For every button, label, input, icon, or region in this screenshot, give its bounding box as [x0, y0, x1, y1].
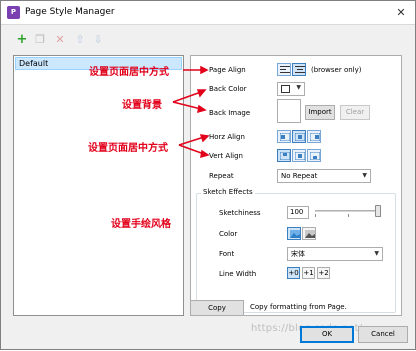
- back-image-preview[interactable]: [277, 99, 301, 123]
- page-align-center-button[interactable]: [292, 63, 306, 76]
- horz-right-icon: [310, 133, 320, 141]
- back-color-picker[interactable]: ▼: [277, 82, 305, 96]
- title-bar: P Page Style Manager ✕: [1, 1, 415, 25]
- arrow-up-icon[interactable]: ⇧: [73, 33, 87, 47]
- chevron-down-icon: ▼: [296, 84, 301, 91]
- copy-icon[interactable]: ❐: [33, 33, 47, 47]
- add-icon[interactable]: +: [15, 33, 29, 47]
- style-list[interactable]: Default: [13, 55, 184, 316]
- copy-button[interactable]: Copy: [190, 300, 244, 316]
- close-button[interactable]: ✕: [393, 5, 409, 20]
- sketch-effects-title: Sketch Effects: [201, 188, 255, 196]
- slider-tick: [348, 214, 349, 217]
- line-width-plus2-button[interactable]: +2: [317, 267, 330, 279]
- app-icon: P: [7, 6, 20, 19]
- properties-panel: Page Align (browser only) Back Color ▼ B…: [190, 55, 402, 316]
- color-image-icon: [290, 230, 300, 238]
- color-mode-grayscale-button[interactable]: [302, 227, 316, 240]
- page-style-manager-dialog: P Page Style Manager ✕ + ❐ ✕ ⇧ ⇩ Default…: [0, 0, 416, 350]
- horz-align-label: Horz Align: [209, 133, 245, 141]
- font-select[interactable]: 宋体 ▼: [287, 247, 383, 261]
- color-mode-color-button[interactable]: [287, 227, 301, 240]
- align-center-icon: [295, 66, 305, 73]
- vert-align-top-button[interactable]: [277, 149, 291, 162]
- sketchiness-input[interactable]: 100: [287, 206, 309, 219]
- font-value: 宋体: [291, 250, 305, 258]
- repeat-label: Repeat: [209, 172, 234, 180]
- line-width-label: Line Width: [219, 270, 257, 278]
- line-width-plus0-button[interactable]: +0: [287, 267, 300, 279]
- slider-track: [315, 210, 381, 212]
- vert-align-middle-button[interactable]: [292, 149, 306, 162]
- vert-bottom-icon: [310, 152, 320, 160]
- page-align-label: Page Align: [209, 66, 246, 74]
- window-title: Page Style Manager: [25, 7, 115, 17]
- color-label: Color: [219, 230, 238, 238]
- chevron-down-icon: ▼: [374, 250, 379, 257]
- vert-align-bottom-button[interactable]: [307, 149, 321, 162]
- color-swatch: [281, 85, 290, 93]
- slider-thumb[interactable]: [375, 205, 381, 217]
- line-width-plus1-button[interactable]: +1: [302, 267, 315, 279]
- annotation-sketch-style: 设置手绘风格: [111, 219, 171, 230]
- vert-middle-icon: [295, 152, 305, 160]
- repeat-select[interactable]: No Repeat ▼: [277, 169, 371, 183]
- font-label: Font: [219, 250, 235, 258]
- horz-center-icon: [295, 133, 305, 141]
- grayscale-image-icon: [305, 230, 315, 238]
- horz-align-left-button[interactable]: [277, 130, 291, 143]
- delete-icon[interactable]: ✕: [53, 33, 67, 47]
- align-left-icon: [280, 66, 290, 73]
- annotation-background: 设置背景: [122, 100, 162, 111]
- vert-top-icon: [280, 152, 290, 160]
- sketchiness-label: Sketchiness: [219, 209, 261, 217]
- arrow-down-icon[interactable]: ⇩: [91, 33, 105, 47]
- horz-align-center-button[interactable]: [292, 130, 306, 143]
- repeat-value: No Repeat: [281, 172, 318, 180]
- vert-align-label: Vert Align: [209, 152, 243, 160]
- chevron-down-icon: ▼: [362, 172, 367, 179]
- cancel-button[interactable]: Cancel: [358, 326, 408, 343]
- page-align-left-button[interactable]: [277, 63, 291, 76]
- horz-align-right-button[interactable]: [307, 130, 321, 143]
- back-image-label: Back Image: [209, 109, 251, 117]
- page-align-note: (browser only): [311, 66, 362, 74]
- annotation-center-align: 设置页面居中方式: [88, 143, 168, 154]
- horz-left-icon: [280, 133, 290, 141]
- copy-description: Copy formatting from Page.: [250, 303, 347, 311]
- slider-tick: [315, 214, 316, 217]
- import-button[interactable]: Import: [305, 105, 335, 120]
- annotation-center-page: 设置页面居中方式: [89, 67, 169, 78]
- back-color-label: Back Color: [209, 85, 247, 93]
- ok-button[interactable]: OK: [300, 326, 354, 343]
- clear-button[interactable]: Clear: [340, 105, 370, 120]
